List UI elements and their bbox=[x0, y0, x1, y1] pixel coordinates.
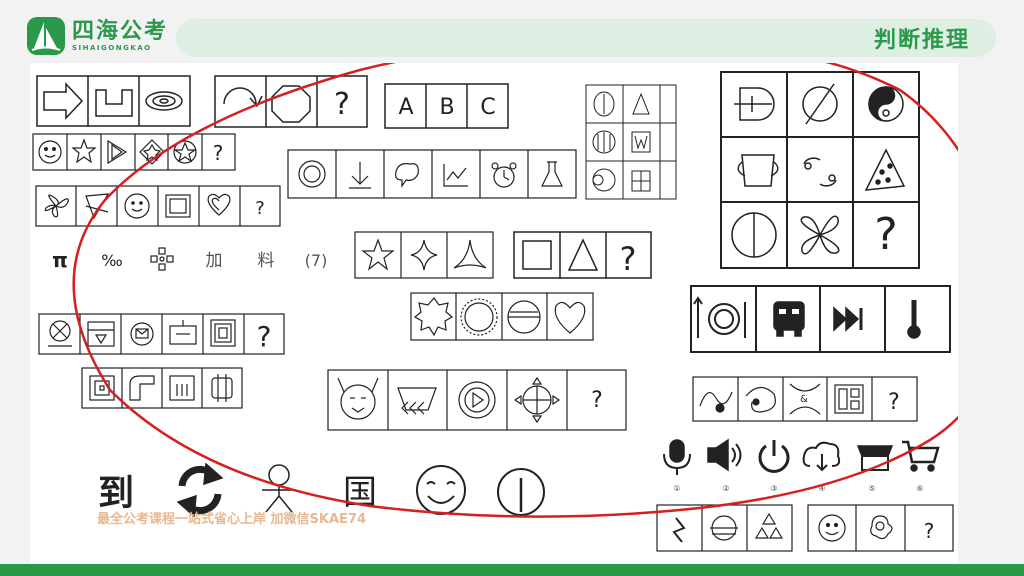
letter-c: C bbox=[480, 95, 495, 120]
section-title: 判断推理 bbox=[873, 28, 970, 53]
logo-subtitle: SIHAIGONGKAO bbox=[72, 43, 152, 52]
panel-creature-row bbox=[327, 369, 627, 431]
option-number: ⑥ bbox=[916, 484, 923, 493]
question-mark: ? bbox=[255, 198, 265, 219]
char-jia: 加 bbox=[206, 251, 223, 271]
letter-a: A bbox=[398, 95, 413, 120]
logo-title: 四海公考 bbox=[72, 18, 169, 44]
question-mark: ? bbox=[620, 240, 637, 278]
panel-outline-shapes bbox=[410, 292, 594, 341]
logo: 四海公考 SIHAIGONGKAO bbox=[26, 16, 168, 56]
letter-b: B bbox=[439, 95, 454, 120]
pi-symbol: π bbox=[52, 248, 68, 272]
number-label: (7) bbox=[305, 251, 328, 270]
panel-small-grid bbox=[585, 84, 677, 200]
logo-sail-icon bbox=[27, 17, 65, 55]
panel-icons-row bbox=[287, 149, 577, 199]
slide-content: ? A B C ? ? ? π ‰ 加 料 (7) ? ? ? & ? ① ② … bbox=[30, 63, 958, 566]
smiley-face-icon bbox=[416, 465, 466, 515]
panel-black-icons bbox=[690, 285, 951, 353]
panel-bottom-right bbox=[656, 504, 954, 552]
permille-symbol: ‰ bbox=[101, 251, 122, 270]
option-number: ② bbox=[722, 484, 729, 493]
red-annotation-loop bbox=[72, 63, 958, 518]
power-circle-icon bbox=[497, 468, 545, 516]
panel-maze-row bbox=[81, 367, 243, 409]
question-mark: ? bbox=[874, 209, 897, 260]
panel-symbols-row bbox=[38, 313, 285, 355]
question-mark: ? bbox=[213, 141, 224, 165]
option-number: ③ bbox=[770, 484, 777, 493]
panel-squiggle-row: & bbox=[692, 376, 918, 422]
watermark-text: 最全公考课程一站式省心上岸 加微信SKAE74 bbox=[97, 512, 366, 527]
panel-arrow-spiral bbox=[36, 75, 191, 127]
option-number: ① bbox=[673, 484, 680, 493]
question-mark: ? bbox=[888, 390, 900, 415]
question-mark: ? bbox=[591, 388, 603, 413]
panel-face-row bbox=[32, 133, 236, 171]
question-mark: ? bbox=[257, 320, 272, 353]
bottom-bar bbox=[0, 564, 1024, 576]
svg-text:&: & bbox=[800, 394, 808, 405]
char-liao: 料 bbox=[258, 251, 275, 271]
question-mark: ? bbox=[924, 519, 935, 543]
cross-blocks-icon bbox=[150, 247, 174, 271]
option-number: ⑤ bbox=[868, 484, 875, 493]
panel-star-row bbox=[354, 231, 494, 279]
question-mark: ? bbox=[334, 87, 350, 122]
puzzle-collage: ? A B C ? ? ? π ‰ 加 料 (7) ? ? ? & ? ① ② … bbox=[32, 63, 958, 552]
panel-shapes-row bbox=[35, 185, 281, 227]
